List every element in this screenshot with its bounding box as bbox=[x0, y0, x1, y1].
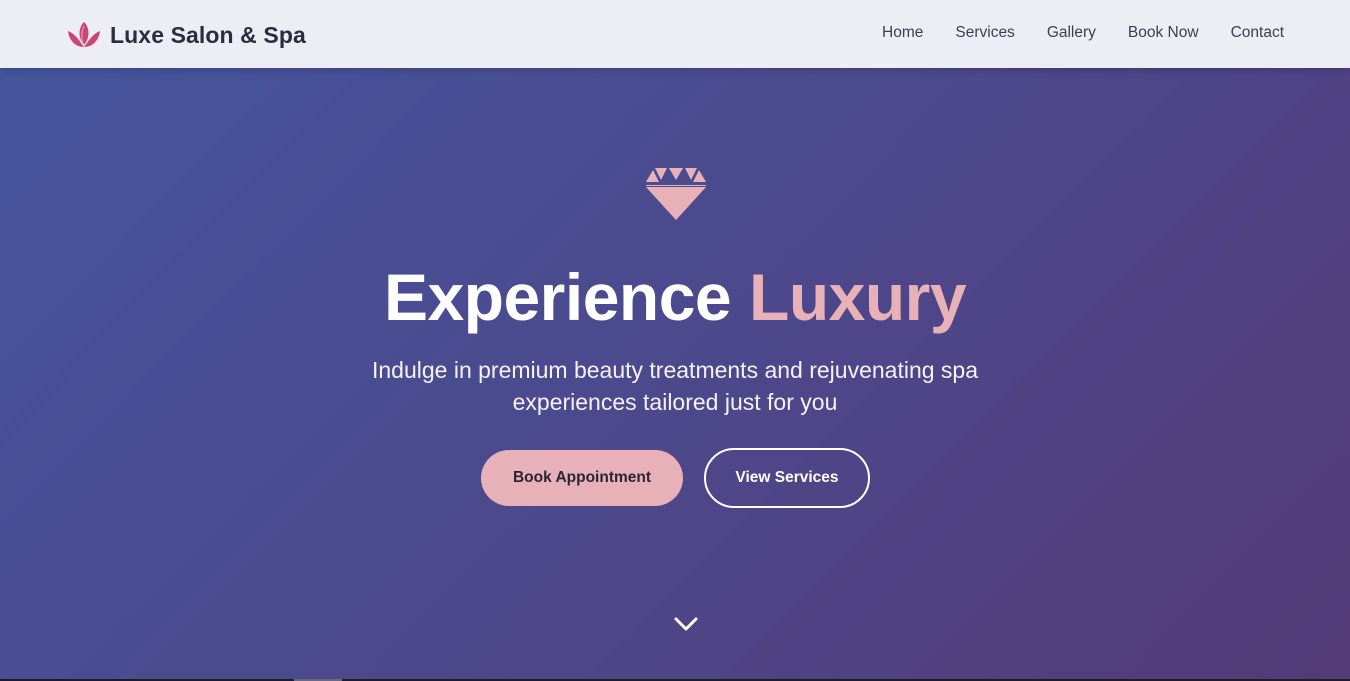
main-nav: Home Services Gallery Book Now Contact bbox=[882, 24, 1284, 42]
nav-contact[interactable]: Contact bbox=[1231, 24, 1284, 42]
page: Luxe Salon & Spa Home Services Gallery B… bbox=[0, 0, 1350, 681]
headline-main: Experience bbox=[383, 260, 732, 334]
nav-gallery[interactable]: Gallery bbox=[1047, 24, 1096, 42]
book-appointment-button[interactable]: Book Appointment bbox=[481, 450, 683, 506]
chevron-down-icon[interactable] bbox=[672, 612, 700, 636]
hero-headline: Experience Luxury bbox=[0, 256, 1350, 338]
site-header: Luxe Salon & Spa Home Services Gallery B… bbox=[0, 0, 1350, 68]
view-services-button[interactable]: View Services bbox=[704, 448, 870, 508]
brand-logo[interactable]: Luxe Salon & Spa bbox=[66, 17, 306, 53]
hero-subtitle: Indulge in premium beauty treatments and… bbox=[371, 357, 979, 415]
nav-home[interactable]: Home bbox=[882, 24, 923, 42]
nav-book-now[interactable]: Book Now bbox=[1128, 24, 1199, 42]
brand-name: Luxe Salon & Spa bbox=[110, 21, 306, 48]
nav-services[interactable]: Services bbox=[955, 24, 1014, 42]
diamond-icon bbox=[645, 166, 707, 222]
headline-accent: Luxury bbox=[749, 260, 967, 334]
lotus-icon bbox=[66, 20, 102, 50]
